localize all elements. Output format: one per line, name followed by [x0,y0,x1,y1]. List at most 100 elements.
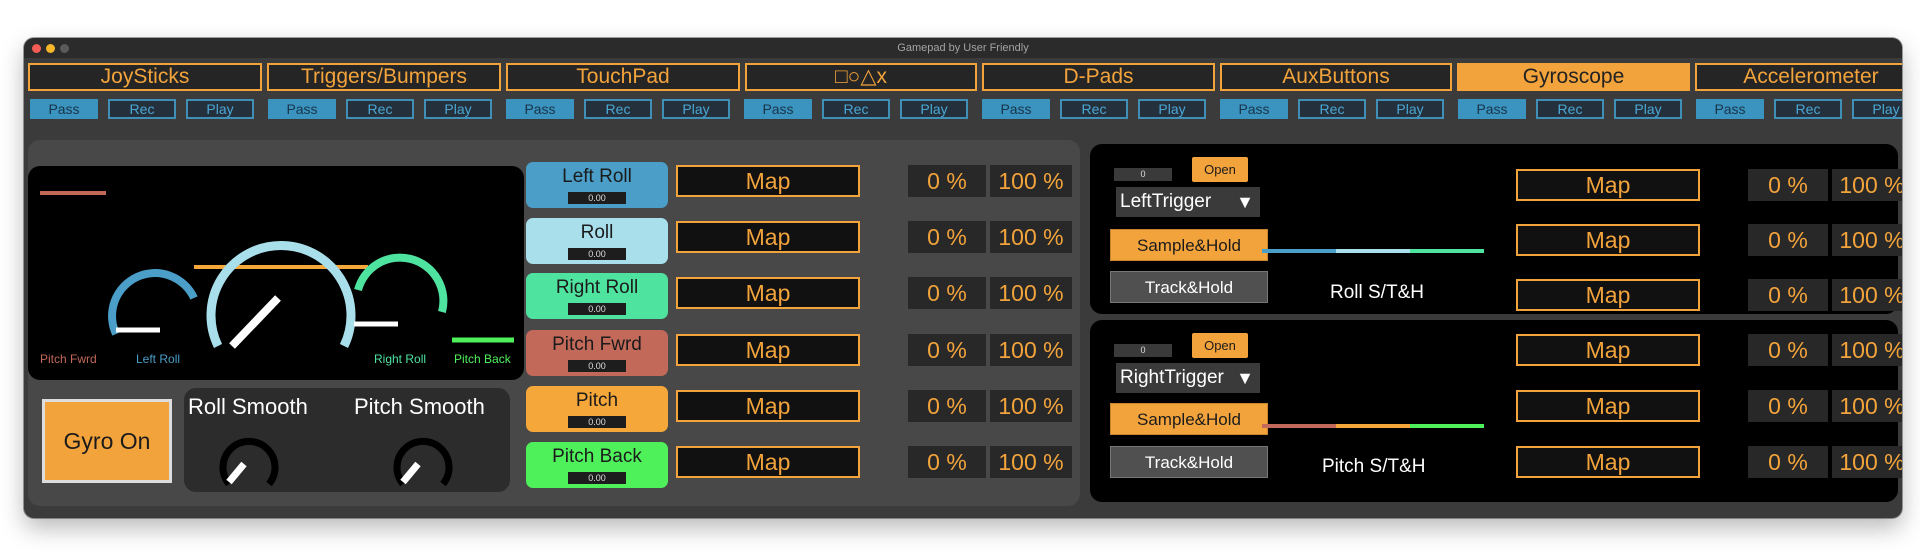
zoom-window-icon[interactable] [60,44,69,53]
map-button[interactable]: Map [676,221,860,253]
tab-accelerometer[interactable]: Accelerometer [1695,63,1902,91]
range-max[interactable]: 100 % [990,165,1072,197]
tab-joysticks[interactable]: JoySticks [28,63,262,91]
map-button[interactable]: Map [676,446,860,478]
map-button[interactable]: Map [1516,446,1700,478]
pitch-trigger-dropdown[interactable]: RightTrigger ▼ [1116,363,1260,393]
gyro-pass-button[interactable]: Pass [1458,99,1526,119]
gyro-play-button[interactable]: Play [1614,99,1682,119]
range-min[interactable]: 0 % [908,334,986,366]
range-min[interactable]: 0 % [908,446,986,478]
range-min[interactable]: 0 % [908,165,986,197]
pitch-track-hold-button[interactable]: Track&Hold [1110,446,1268,478]
range-max[interactable]: 100 % [1832,224,1902,256]
joysticks-play-button[interactable]: Play [186,99,254,119]
minimize-window-icon[interactable] [46,44,55,53]
range-min[interactable]: 0 % [908,390,986,422]
range-min[interactable]: 0 % [1748,279,1828,311]
channel-value: 0.00 [568,248,626,260]
accel-pass-button[interactable]: Pass [1696,99,1764,119]
range-max[interactable]: 100 % [990,390,1072,422]
triggers-play-button[interactable]: Play [424,99,492,119]
roll-track-hold-button[interactable]: Track&Hold [1110,271,1268,303]
range-min[interactable]: 0 % [1748,169,1828,201]
range-max[interactable]: 100 % [1832,446,1902,478]
range-max[interactable]: 100 % [1832,279,1902,311]
gyro-visualizer: Pitch Fwrd Left Roll Right Roll Pitch Ba… [28,166,524,380]
touchpad-pass-button[interactable]: Pass [506,99,574,119]
channel-roll[interactable]: Roll 0.00 [526,218,668,264]
range-max[interactable]: 100 % [1832,390,1902,422]
map-button[interactable]: Map [1516,169,1700,201]
roll-arc [206,241,356,348]
channel-label: Pitch Fwrd [552,334,642,355]
aux-play-button[interactable]: Play [1376,99,1444,119]
pitch-smooth-knob[interactable] [390,428,456,490]
channel-left-roll[interactable]: Left Roll 0.00 [526,162,668,208]
triggers-rec-button[interactable]: Rec [346,99,414,119]
channel-value: 0.00 [568,416,626,428]
right-roll-arc [354,253,448,314]
roll-number-box[interactable]: 0 [1114,168,1172,181]
channel-pitch[interactable]: Pitch 0.00 [526,386,668,432]
range-min[interactable]: 0 % [1748,390,1828,422]
facebuttons-rec-button[interactable]: Rec [822,99,890,119]
touchpad-rec-button[interactable]: Rec [584,99,652,119]
joysticks-pass-button[interactable]: Pass [30,99,98,119]
roll-sample-hold-button[interactable]: Sample&Hold [1110,229,1268,261]
facebuttons-play-button[interactable]: Play [900,99,968,119]
range-max[interactable]: 100 % [990,446,1072,478]
channel-pitch-fwrd[interactable]: Pitch Fwrd 0.00 [526,330,668,376]
range-min[interactable]: 0 % [908,221,986,253]
facebuttons-pass-button[interactable]: Pass [744,99,812,119]
joysticks-rec-button[interactable]: Rec [108,99,176,119]
tab-dpads[interactable]: D-Pads [982,63,1215,91]
range-max[interactable]: 100 % [990,277,1072,309]
dpads-pass-button[interactable]: Pass [982,99,1050,119]
range-min[interactable]: 0 % [1748,224,1828,256]
range-max[interactable]: 100 % [990,334,1072,366]
aux-pass-button[interactable]: Pass [1220,99,1288,119]
range-min[interactable]: 0 % [908,277,986,309]
map-button[interactable]: Map [676,165,860,197]
map-button[interactable]: Map [676,277,860,309]
dpads-rec-button[interactable]: Rec [1060,99,1128,119]
tab-face-buttons[interactable]: □○△x [745,63,977,91]
map-button[interactable]: Map [1516,390,1700,422]
roll-trigger-dropdown[interactable]: LeftTrigger ▼ [1116,187,1260,217]
map-button[interactable]: Map [1516,224,1700,256]
dpads-play-button[interactable]: Play [1138,99,1206,119]
roll-open-button[interactable]: Open [1192,157,1248,182]
map-button[interactable]: Map [1516,334,1700,366]
map-button[interactable]: Map [1516,279,1700,311]
channel-right-roll[interactable]: Right Roll 0.00 [526,273,668,319]
map-button[interactable]: Map [676,390,860,422]
pitch-number-box[interactable]: 0 [1114,344,1172,357]
left-roll-arc [108,269,198,336]
aux-rec-button[interactable]: Rec [1298,99,1366,119]
triggers-pass-button[interactable]: Pass [268,99,336,119]
channel-label: Roll [580,222,614,243]
tab-gyroscope[interactable]: Gyroscope [1457,63,1690,91]
accel-play-button[interactable]: Play [1852,99,1902,119]
map-button[interactable]: Map [676,334,860,366]
accel-rec-button[interactable]: Rec [1774,99,1842,119]
channel-pitch-back[interactable]: Pitch Back 0.00 [526,442,668,488]
touchpad-play-button[interactable]: Play [662,99,730,119]
range-max[interactable]: 100 % [990,221,1072,253]
roll-sth-title: Roll S/T&H [1330,282,1424,303]
close-window-icon[interactable] [32,44,41,53]
gyro-rec-button[interactable]: Rec [1536,99,1604,119]
pitch-sample-hold-button[interactable]: Sample&Hold [1110,403,1268,435]
range-min[interactable]: 0 % [1748,446,1828,478]
range-max[interactable]: 100 % [1832,334,1902,366]
pitch-open-button[interactable]: Open [1192,333,1248,358]
range-min[interactable]: 0 % [1748,334,1828,366]
roll-smooth-knob[interactable] [216,428,282,490]
gyro-on-toggle[interactable]: Gyro On [42,399,172,483]
tab-touchpad[interactable]: TouchPad [506,63,740,91]
range-max[interactable]: 100 % [1832,169,1902,201]
roll-sth-segment-center [1336,249,1410,253]
tab-auxbuttons[interactable]: AuxButtons [1220,63,1452,91]
tab-triggers-bumpers[interactable]: Triggers/Bumpers [267,63,501,91]
